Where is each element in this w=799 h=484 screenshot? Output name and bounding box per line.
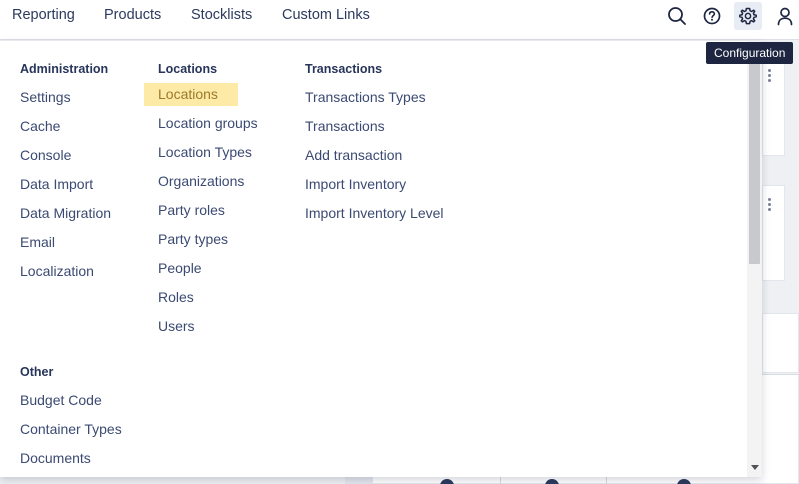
configuration-dropdown-menu: Administration Settings Cache Console Da… xyxy=(0,41,762,477)
menu-link-add-transaction[interactable]: Add transaction xyxy=(305,141,444,170)
user-button[interactable] xyxy=(771,2,799,30)
nav-reporting[interactable]: Reporting xyxy=(12,0,75,31)
background-column-divider xyxy=(500,477,501,484)
menu-link-locations[interactable]: Locations xyxy=(144,83,238,106)
background-card-1 xyxy=(762,60,785,156)
top-navigation-bar: Reporting Products Stocklists Custom Lin… xyxy=(0,0,799,40)
kebab-menu-icon[interactable] xyxy=(768,198,772,211)
menu-link-email[interactable]: Email xyxy=(20,228,111,257)
menu-link-location-groups[interactable]: Location groups xyxy=(158,109,258,138)
menu-link-cache[interactable]: Cache xyxy=(20,112,111,141)
menu-link-documents[interactable]: Documents xyxy=(20,444,122,473)
menu-link-import-inventory[interactable]: Import Inventory xyxy=(305,170,444,199)
menu-link-users[interactable]: Users xyxy=(158,312,258,341)
nav-stocklists[interactable]: Stocklists xyxy=(191,0,252,31)
menu-link-organizations[interactable]: Organizations xyxy=(158,167,258,196)
menu-link-localization[interactable]: Localization xyxy=(20,257,111,286)
menu-link-container-types[interactable]: Container Types xyxy=(20,415,122,444)
nav-custom-links[interactable]: Custom Links xyxy=(282,0,370,31)
menu-link-party-types[interactable]: Party types xyxy=(158,225,258,254)
chevron-down-icon xyxy=(750,464,759,470)
menu-link-roles[interactable]: Roles xyxy=(158,283,258,312)
scroll-thumb[interactable] xyxy=(749,55,760,264)
menu-heading-administration: Administration xyxy=(20,62,109,76)
menu-link-data-import[interactable]: Data Import xyxy=(20,170,111,199)
menu-column-administration: Administration Settings Cache Console Da… xyxy=(20,59,111,286)
configuration-tooltip: Configuration xyxy=(706,42,794,64)
background-column-divider xyxy=(606,477,607,484)
menu-link-people[interactable]: People xyxy=(158,254,258,283)
search-button[interactable] xyxy=(663,2,691,30)
menu-heading-other: Other xyxy=(20,365,54,379)
menu-link-budget-code[interactable]: Budget Code xyxy=(20,386,122,415)
background-card-2 xyxy=(762,185,785,281)
user-icon xyxy=(777,7,793,26)
menu-column-other: Other Budget Code Container Types Docume… xyxy=(20,362,122,473)
menu-heading-transactions: Transactions xyxy=(305,62,383,76)
search-icon xyxy=(668,7,686,25)
menu-link-party-roles[interactable]: Party roles xyxy=(158,196,258,225)
help-icon xyxy=(703,7,721,25)
menu-column-locations: Locations Locations Location groups Loca… xyxy=(144,59,258,341)
menu-link-transactions-types[interactable]: Transactions Types xyxy=(305,83,444,112)
menu-link-data-migration[interactable]: Data Migration xyxy=(20,199,111,228)
nav-products[interactable]: Products xyxy=(104,0,161,31)
configuration-button[interactable] xyxy=(734,2,762,30)
menu-link-location-types[interactable]: Location Types xyxy=(158,138,258,167)
gear-icon xyxy=(739,7,757,25)
background-divider xyxy=(345,477,373,484)
menu-column-transactions: Transactions Transactions Types Transact… xyxy=(305,59,444,228)
background-card-3 xyxy=(762,313,799,373)
kebab-menu-icon[interactable] xyxy=(768,69,772,82)
menu-heading-locations: Locations xyxy=(158,62,218,76)
menu-link-import-inventory-level[interactable]: Import Inventory Level xyxy=(305,199,444,228)
help-button[interactable] xyxy=(698,2,726,30)
menu-link-console[interactable]: Console xyxy=(20,141,111,170)
menu-scrollbar[interactable] xyxy=(747,41,762,477)
menu-link-settings[interactable]: Settings xyxy=(20,83,111,112)
menu-link-transactions[interactable]: Transactions xyxy=(305,112,444,141)
scroll-down-arrow[interactable] xyxy=(747,461,762,473)
